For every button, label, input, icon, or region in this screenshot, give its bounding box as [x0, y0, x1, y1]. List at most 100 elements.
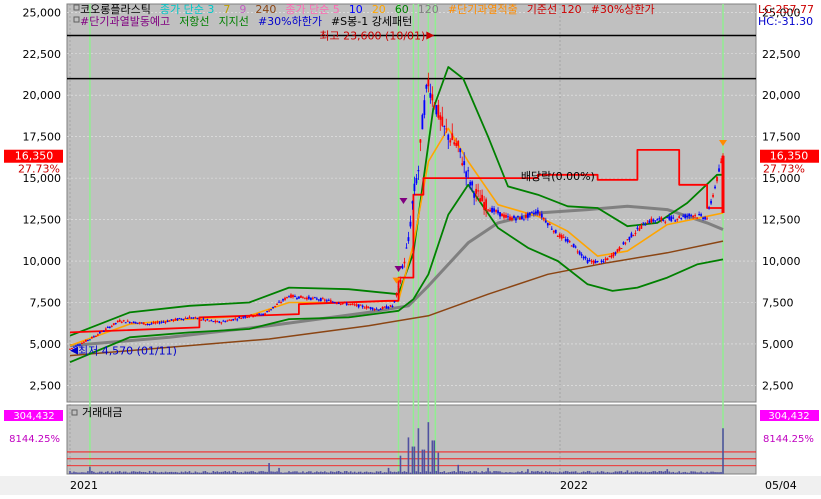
volume-bar [130, 471, 133, 474]
candle-body [491, 207, 493, 213]
candle-body [230, 319, 233, 322]
volume-bar [698, 472, 700, 474]
volume-bar [489, 471, 491, 474]
volume-bar [118, 471, 121, 474]
volume-bar [357, 471, 360, 474]
candle-body [477, 190, 480, 192]
volume-bar [630, 471, 633, 474]
candle-body [433, 106, 436, 108]
volume-bar [485, 471, 487, 474]
volume-bar [533, 471, 535, 474]
volume-bar [714, 472, 716, 474]
volume-bar [712, 471, 714, 474]
volume-bar [612, 472, 615, 474]
volume-bar [610, 472, 613, 474]
volume-bar [443, 471, 446, 474]
candle-body [560, 235, 563, 239]
volume-bar [445, 472, 448, 474]
volume-bar [656, 472, 659, 474]
volume-bar [417, 428, 420, 474]
volume-bar [198, 472, 201, 474]
candle-body [511, 217, 513, 220]
volume-bar [566, 471, 569, 474]
candle-body [459, 148, 462, 153]
candle-body [646, 222, 649, 224]
candle-body [150, 323, 153, 325]
volume-bar [457, 464, 460, 474]
volume-bar [405, 471, 408, 474]
dividend-annotation: 배당락(0.00%) [521, 170, 595, 183]
candle-body [329, 300, 332, 303]
ytick-label-left: 20,000 [23, 89, 62, 102]
volume-bar [200, 472, 203, 474]
ytick-label-right: 2,500 [762, 379, 794, 392]
volume-bar [568, 472, 571, 474]
candle-body [391, 306, 394, 308]
volume-bar [718, 472, 720, 474]
volume-bar [216, 471, 219, 474]
volume-bar [330, 471, 332, 474]
candle-body [700, 214, 703, 216]
volume-bar [292, 471, 294, 474]
volume-bar [545, 471, 547, 474]
volume-bar [158, 472, 161, 474]
candle-body [654, 220, 657, 222]
volume-bar [214, 471, 217, 474]
volume-bar [146, 472, 149, 474]
volume-bar [433, 440, 436, 474]
volume-bar [286, 472, 288, 474]
candle-body [331, 301, 334, 303]
ytick-label-right: 12,500 [762, 214, 801, 227]
ytick-label-right: 20,000 [762, 89, 801, 102]
volume-bar [190, 472, 193, 474]
volume-bar [168, 471, 171, 474]
volume-bar [188, 471, 191, 474]
volume-bar [668, 471, 671, 474]
candle-body [361, 305, 364, 308]
volume-bar [383, 472, 386, 474]
legend-item: #30%상한가 [591, 3, 655, 16]
xtick-label: 2021 [70, 479, 98, 492]
volume-bar [290, 472, 292, 474]
volume-bar [93, 471, 95, 474]
ytick-label-right: 7,500 [762, 297, 794, 310]
volume-bar [335, 471, 338, 474]
candle-body [692, 215, 695, 218]
candle-body [73, 346, 75, 348]
volume-bar [365, 471, 368, 474]
volume-bar [471, 472, 473, 474]
candle-body [556, 235, 559, 237]
volume-bar [652, 471, 655, 474]
volume-bar [196, 472, 199, 474]
volume-bar [596, 471, 599, 474]
candle-body [686, 215, 689, 217]
volume-bar [680, 472, 682, 474]
high-annotation: 최고 23,600 (10/01) [319, 30, 425, 43]
volume-bar [660, 471, 663, 474]
volume-bar [156, 472, 159, 474]
volume-bar [81, 472, 83, 474]
volume-bar [509, 471, 511, 474]
volume-bar [572, 471, 575, 474]
volume-bar [636, 471, 639, 474]
volume-bar [282, 472, 284, 474]
volume-bar [584, 472, 587, 474]
volume-bar [554, 472, 557, 474]
candle-body [481, 194, 484, 202]
chart-svg: 25,000 25,00022,500 22,50020,000 20,00017,5… [0, 3, 821, 495]
volume-bar [586, 470, 589, 474]
candle-body [144, 324, 147, 326]
candle-body [200, 319, 203, 321]
candle-body [383, 306, 386, 308]
candle-body [89, 339, 91, 341]
candle-body [176, 318, 179, 321]
candle-body [284, 297, 286, 300]
candle-body [714, 186, 716, 189]
candle-body [576, 251, 579, 253]
candle-body [521, 216, 523, 220]
candle-body [186, 318, 189, 320]
volume-bar [379, 471, 382, 474]
ytick-label-left: 7,500 [30, 297, 62, 310]
candle-body [164, 321, 167, 323]
volume-bar [413, 446, 416, 474]
